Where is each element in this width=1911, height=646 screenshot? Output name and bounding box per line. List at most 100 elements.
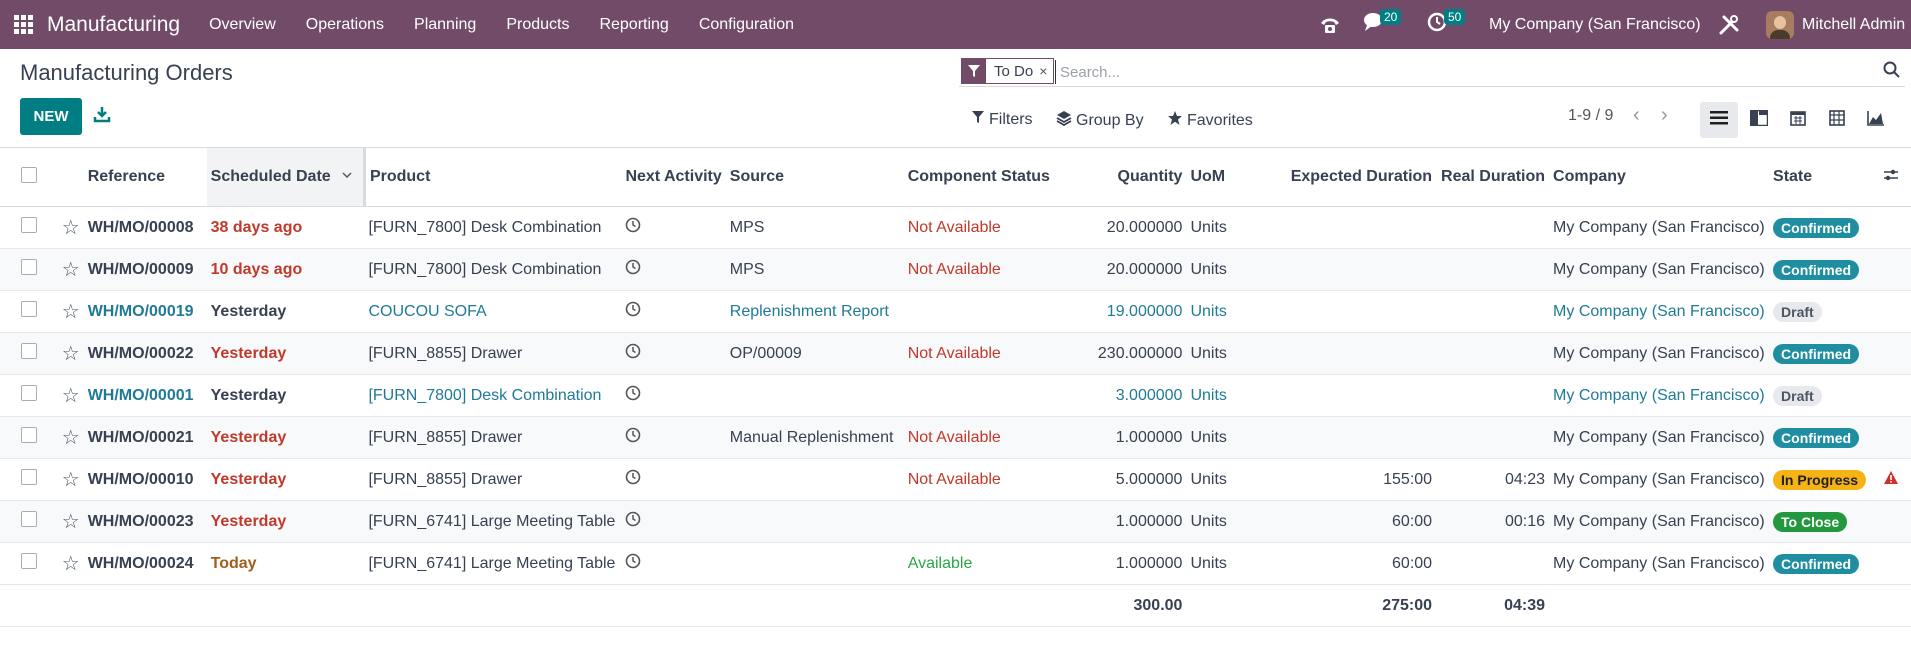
priority-star-icon[interactable]: ☆ [62, 427, 80, 449]
menu-reporting[interactable]: Reporting [599, 16, 668, 34]
search-input[interactable] [1055, 60, 1842, 84]
column-header-product[interactable]: Product [364, 148, 622, 207]
cell-quantity: 20.000000 [1069, 248, 1187, 291]
activity-clock-icon[interactable] [625, 511, 641, 531]
activity-clock-icon[interactable] [625, 427, 641, 447]
menu-operations[interactable]: Operations [306, 16, 384, 34]
new-button[interactable]: NEW [20, 98, 82, 135]
row-checkbox[interactable] [20, 301, 37, 317]
table-row[interactable]: ☆ WH/MO/00021 Yesterday [FURN_8855] Drawer M… [0, 416, 1911, 459]
pager-next-button[interactable]: › [1661, 104, 1668, 127]
menu-overview[interactable]: Overview [209, 16, 276, 34]
table-row[interactable]: ☆ WH/MO/00009 10 days ago [FURN_7800] Desk … [0, 248, 1911, 291]
optional-columns-toggle[interactable] [1878, 148, 1911, 207]
column-header-scheduled-date[interactable]: Scheduled Date [206, 148, 366, 207]
calendar-view-button[interactable] [1779, 102, 1817, 138]
row-checkbox[interactable] [20, 553, 37, 569]
column-header-expected-duration[interactable]: Expected Duration [1268, 148, 1437, 207]
priority-star-icon[interactable]: ☆ [62, 553, 80, 575]
table-row[interactable]: ☆ WH/MO/00019 Yesterday COUCOU SOFA Replenis… [0, 290, 1911, 333]
priority-star-icon[interactable]: ☆ [62, 385, 80, 407]
search-icon[interactable] [1883, 61, 1901, 84]
column-header-company[interactable]: Company [1549, 148, 1770, 207]
table-row[interactable]: ☆ WH/MO/00023 Yesterday [FURN_6741] Large M… [0, 500, 1911, 543]
cell-source: MPS [725, 206, 904, 249]
warning-icon [1883, 470, 1899, 489]
table-row[interactable]: ☆ WH/MO/00008 38 days ago [FURN_7800] Desk … [0, 206, 1911, 249]
row-checkbox[interactable] [20, 385, 37, 401]
filters-label: Filters [989, 110, 1033, 128]
cell-scheduled-date: Yesterday [206, 416, 365, 459]
activity-clock-icon[interactable] [625, 217, 641, 237]
column-header-real-duration[interactable]: Real Duration [1436, 148, 1550, 207]
facet-remove-button[interactable]: × [1039, 63, 1053, 79]
table-row[interactable]: ☆ WH/MO/00001 Yesterday [FURN_7800] Desk Co… [0, 374, 1911, 417]
cell-product: [FURN_8855] Drawer [364, 416, 622, 459]
kanban-view-icon [1749, 109, 1769, 131]
row-checkbox[interactable] [20, 343, 37, 359]
priority-star-icon[interactable]: ☆ [62, 217, 80, 239]
graph-view-button[interactable] [1857, 102, 1895, 138]
menu-configuration[interactable]: Configuration [699, 16, 794, 34]
app-name[interactable]: Manufacturing [47, 13, 180, 37]
pager-previous-button[interactable]: ‹ [1633, 104, 1640, 127]
sort-chevron-icon [341, 168, 353, 186]
group-by-button[interactable]: Group By [1056, 110, 1144, 131]
activity-clock-icon[interactable] [625, 301, 641, 321]
table-row[interactable]: ☆ WH/MO/00024 Today [FURN_6741] Large Meeti… [0, 542, 1911, 585]
row-checkbox[interactable] [20, 259, 37, 275]
page-title: Manufacturing Orders [20, 60, 233, 85]
column-header-uom[interactable]: UoM [1186, 148, 1269, 207]
cell-real-duration [1436, 416, 1550, 459]
favorites-button[interactable]: Favorites [1167, 110, 1253, 131]
activity-clock-icon[interactable] [625, 469, 641, 489]
row-checkbox[interactable] [20, 427, 37, 443]
cell-uom: Units [1186, 206, 1269, 249]
priority-star-icon[interactable]: ☆ [62, 511, 80, 533]
download-icon[interactable] [91, 104, 113, 126]
cell-component-status: Not Available [903, 332, 1070, 375]
apps-menu-icon[interactable] [14, 14, 34, 35]
activities-button[interactable]: 50 [1427, 0, 1466, 49]
column-header-reference[interactable]: Reference [83, 148, 207, 207]
priority-star-icon[interactable]: ☆ [62, 343, 80, 365]
filter-icon [971, 110, 985, 129]
filters-button[interactable]: Filters [971, 110, 1033, 129]
row-checkbox[interactable] [20, 469, 37, 485]
cell-expected-duration [1268, 332, 1437, 375]
activity-clock-icon[interactable] [625, 259, 641, 279]
list-view-button[interactable] [1700, 102, 1738, 138]
pager-value[interactable]: 1-9 / 9 [1568, 107, 1613, 125]
column-header-quantity[interactable]: Quantity [1069, 148, 1187, 207]
cell-company: My Company (San Francisco) [1549, 206, 1770, 249]
priority-star-icon[interactable]: ☆ [62, 301, 80, 323]
favorites-label: Favorites [1187, 111, 1253, 129]
column-header-state[interactable]: State [1769, 148, 1879, 207]
star-icon [1167, 110, 1183, 131]
phone-icon[interactable] [1319, 0, 1341, 49]
activity-clock-icon[interactable] [625, 553, 641, 573]
activity-clock-icon[interactable] [625, 385, 641, 405]
debug-tools-icon[interactable] [1718, 0, 1740, 49]
row-checkbox[interactable] [20, 511, 37, 527]
priority-star-icon[interactable]: ☆ [62, 469, 80, 491]
row-checkbox[interactable] [20, 217, 37, 233]
kanban-view-button[interactable] [1740, 102, 1778, 138]
table-row[interactable]: ☆ WH/MO/00010 Yesterday [FURN_8855] Drawer N… [0, 458, 1911, 501]
user-menu[interactable]: Mitchell Admin [1766, 0, 1905, 49]
pivot-view-button[interactable] [1818, 102, 1856, 138]
column-header-source[interactable]: Source [725, 148, 904, 207]
menu-products[interactable]: Products [506, 16, 569, 34]
messages-button[interactable]: 20 [1363, 0, 1402, 49]
cell-reference: WH/MO/00009 [83, 248, 207, 291]
cell-uom: Units [1186, 332, 1269, 375]
cell-company: My Company (San Francisco) [1549, 248, 1770, 291]
column-header-next-activity[interactable]: Next Activity [621, 148, 726, 207]
table-row[interactable]: ☆ WH/MO/00022 Yesterday [FURN_8855] Drawer O… [0, 332, 1911, 375]
priority-star-icon[interactable]: ☆ [62, 259, 80, 281]
select-all-checkbox[interactable] [20, 166, 37, 183]
column-header-component-status[interactable]: Component Status [903, 148, 1070, 207]
activity-clock-icon[interactable] [625, 343, 641, 363]
company-switcher[interactable]: My Company (San Francisco) [1489, 0, 1701, 49]
menu-planning[interactable]: Planning [414, 16, 476, 34]
